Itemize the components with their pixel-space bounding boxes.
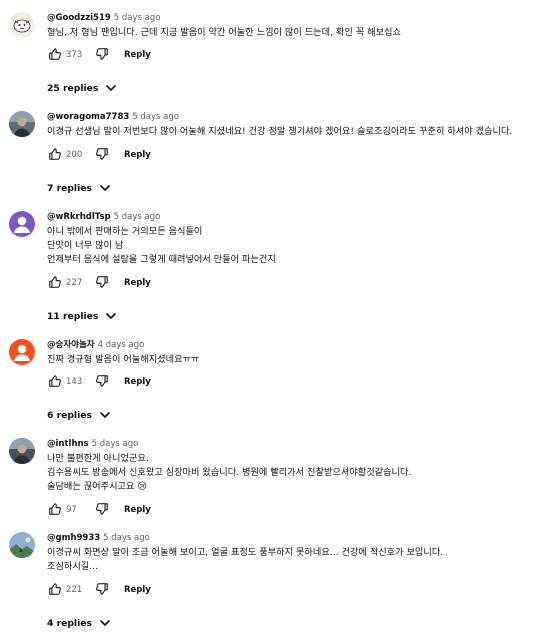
dislike-button[interactable] bbox=[94, 374, 110, 390]
reply-button[interactable]: Reply bbox=[124, 50, 151, 60]
comment-text-line: 진짜 경규형 발음이 어눌해지셨네요ㅠㅠ bbox=[47, 354, 200, 365]
view-replies-button[interactable]: 25 replies bbox=[47, 80, 117, 96]
thumb-down-icon bbox=[95, 582, 109, 599]
comment-text-line: 술담배는 끊어주시고요 😢 bbox=[47, 481, 147, 492]
reply-button[interactable]: Reply bbox=[124, 278, 151, 288]
comment-header: @woragoma7783 5 days ago bbox=[47, 111, 179, 123]
thumb-down-icon bbox=[95, 502, 109, 519]
chevron-down-icon bbox=[105, 84, 117, 92]
like-count: 143 bbox=[66, 377, 83, 387]
comment-timestamp[interactable]: 5 days ago bbox=[92, 439, 139, 449]
dislike-button[interactable] bbox=[94, 275, 110, 291]
view-replies-button[interactable]: 6 replies bbox=[47, 407, 111, 423]
like-button[interactable] bbox=[47, 582, 63, 598]
like-button[interactable] bbox=[47, 47, 63, 63]
comment-text-line: 아니 밖에서 판매하는 거의모든 음식들이 bbox=[47, 226, 203, 237]
thumb-up-icon bbox=[48, 374, 62, 391]
avatar[interactable] bbox=[9, 532, 35, 558]
view-replies-button[interactable]: 11 replies bbox=[47, 308, 117, 324]
thumb-up-icon bbox=[48, 147, 62, 164]
comment-actions: 227 Reply bbox=[47, 275, 151, 291]
comment-actions: 200 Reply bbox=[47, 147, 151, 163]
comment-actions: 221 Reply bbox=[47, 582, 151, 598]
comment-header: @gmh9933 5 days ago bbox=[47, 532, 150, 544]
dislike-button[interactable] bbox=[94, 582, 110, 598]
like-button[interactable] bbox=[47, 374, 63, 390]
chevron-down-icon bbox=[99, 619, 111, 627]
thumb-up-icon bbox=[48, 502, 62, 519]
dislike-button[interactable] bbox=[94, 147, 110, 163]
comment-author[interactable]: @Goodzzi519 bbox=[47, 13, 111, 23]
thumb-up-icon bbox=[48, 275, 62, 292]
comment-timestamp[interactable]: 4 days ago bbox=[98, 340, 145, 350]
replies-count-label: 11 replies bbox=[47, 310, 99, 322]
chevron-down-icon bbox=[99, 184, 111, 192]
chevron-down-icon bbox=[105, 312, 117, 320]
comment-author[interactable]: @woragoma7783 bbox=[47, 112, 129, 122]
comment-timestamp[interactable]: 5 days ago bbox=[114, 13, 161, 23]
like-button[interactable] bbox=[47, 502, 63, 518]
comment-author[interactable]: @승자야놀자 bbox=[47, 340, 95, 350]
chevron-down-icon bbox=[99, 411, 111, 419]
avatar[interactable] bbox=[9, 211, 35, 237]
replies-count-label: 25 replies bbox=[47, 82, 99, 94]
like-count: 373 bbox=[66, 50, 83, 60]
comment-text-line: 나만 불편한게 아니었군요. bbox=[47, 453, 149, 464]
comment-text: 형님, 저 형님 팬입니다. 근데 지금 발음이 약간 어눌한 느낌이 많이 드… bbox=[47, 26, 401, 40]
like-count: 97 bbox=[66, 505, 77, 515]
comment-actions: 143 Reply bbox=[47, 374, 151, 390]
comment-text: 나만 불편한게 아니었군요. 김수용씨도 방송에서 신호왔고 심장마비 왔습니다.… bbox=[47, 452, 411, 494]
thumb-down-icon bbox=[95, 275, 109, 292]
like-count: 227 bbox=[66, 278, 83, 288]
replies-count-label: 6 replies bbox=[47, 409, 92, 421]
avatar[interactable] bbox=[9, 111, 35, 137]
comment-text: 아니 밖에서 판매하는 거의모든 음식들이단맛이 너무 많이 남언제부터 음식에… bbox=[47, 225, 276, 267]
comment-actions: 373 Reply bbox=[47, 47, 151, 63]
comment-text-line: 이경규 선생님 말이 저번보다 많이 어눌해 지셨네요! 건강 정말 챙기셔야 … bbox=[47, 126, 513, 137]
comment-author[interactable]: @wRkrhdlTsp bbox=[47, 212, 111, 222]
comment-text-line: 조심하시길... bbox=[47, 561, 99, 572]
thumb-down-icon bbox=[95, 147, 109, 164]
reply-button[interactable]: Reply bbox=[124, 150, 151, 160]
replies-count-label: 4 replies bbox=[47, 617, 92, 629]
comment-header: @intlhns 5 days ago bbox=[47, 438, 138, 450]
avatar[interactable] bbox=[9, 438, 35, 464]
comment-author[interactable]: @intlhns bbox=[47, 439, 89, 449]
reply-button[interactable]: Reply bbox=[124, 505, 151, 515]
comment-actions: 97 Reply bbox=[47, 502, 151, 518]
comment-text-line: 언제부터 음식에 설탕을 그렇게 때려넣어서 만들어 파는건지 bbox=[47, 254, 276, 265]
avatar[interactable] bbox=[9, 12, 35, 38]
like-count: 221 bbox=[66, 585, 83, 595]
comment-text: 진짜 경규형 발음이 어눌해지셨네요ㅠㅠ bbox=[47, 353, 199, 367]
comment-text-line: 김수용씨도 방송에서 신호왔고 심장마비 왔습니다. 병원에 빨리가서 진찰받으… bbox=[47, 467, 412, 478]
comment-header: @wRkrhdlTsp 5 days ago bbox=[47, 211, 160, 223]
avatar[interactable] bbox=[9, 339, 35, 365]
like-button[interactable] bbox=[47, 275, 63, 291]
view-replies-button[interactable]: 7 replies bbox=[47, 180, 111, 196]
thumb-down-icon bbox=[95, 47, 109, 64]
comment-text-line: 형님, 저 형님 팬입니다. 근데 지금 발음이 약간 어눌한 느낌이 많이 드… bbox=[47, 27, 401, 38]
thumb-up-icon bbox=[48, 582, 62, 599]
replies-count-label: 7 replies bbox=[47, 182, 92, 194]
comment-text-line: 단맛이 너무 많이 남 bbox=[47, 240, 124, 251]
reply-button[interactable]: Reply bbox=[124, 585, 151, 595]
thumb-up-icon bbox=[48, 47, 62, 64]
comment-author[interactable]: @gmh9933 bbox=[47, 533, 100, 543]
comment-header: @승자야놀자 4 days ago bbox=[47, 339, 144, 351]
dislike-button[interactable] bbox=[94, 47, 110, 63]
comment-text: 이경규씨 화면상 말이 조금 어눌해 보이고, 얼굴 표정도 풍부하지 못하네요… bbox=[47, 546, 443, 574]
like-button[interactable] bbox=[47, 147, 63, 163]
reply-button[interactable]: Reply bbox=[124, 377, 151, 387]
comment-timestamp[interactable]: 5 days ago bbox=[103, 533, 150, 543]
comments-section: @Goodzzi519 5 days ago 형님, 저 형님 팬입니다. 근데 지… bbox=[0, 0, 540, 640]
comment-text: 이경규 선생님 말이 저번보다 많이 어눌해 지셨네요! 건강 정말 챙기셔야 … bbox=[47, 125, 512, 139]
like-count: 200 bbox=[66, 150, 83, 160]
comment-text-line: 이경규씨 화면상 말이 조금 어눌해 보이고, 얼굴 표정도 풍부하지 못하네요… bbox=[47, 547, 444, 558]
view-replies-button[interactable]: 4 replies bbox=[47, 615, 111, 631]
comment-timestamp[interactable]: 5 days ago bbox=[114, 212, 161, 222]
thumb-down-icon bbox=[95, 374, 109, 391]
dislike-button[interactable] bbox=[94, 502, 110, 518]
comment-timestamp[interactable]: 5 days ago bbox=[132, 112, 179, 122]
comment-header: @Goodzzi519 5 days ago bbox=[47, 12, 160, 24]
